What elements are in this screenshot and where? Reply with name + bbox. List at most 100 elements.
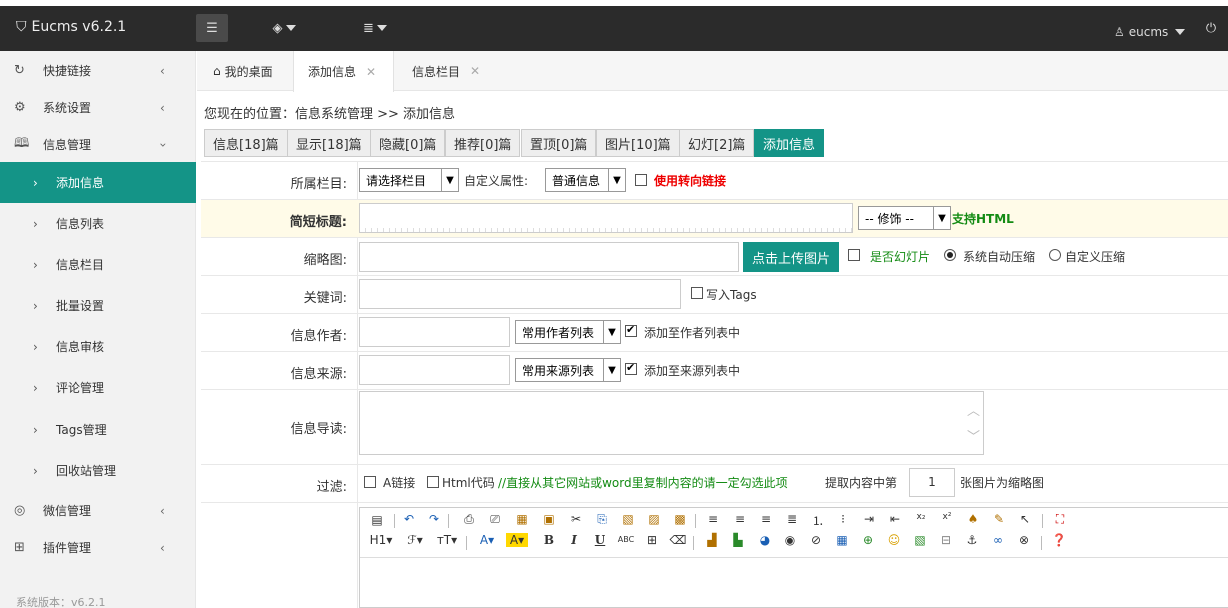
align-right-icon[interactable]: ≡ [757, 512, 775, 526]
tab-info-column[interactable]: 信息栏目 ✕ [394, 51, 494, 91]
help-icon[interactable]: ❓ [1050, 533, 1068, 547]
filter-visible-button[interactable]: 显示[18]篇 [287, 129, 371, 157]
format-painter-icon[interactable]: ✎ [990, 512, 1008, 526]
highlight-color-icon[interactable]: A▾ [506, 533, 528, 547]
author-list-select[interactable]: 常用作者列表 ▼ [515, 320, 621, 344]
image-icon[interactable]: ▟ [703, 533, 721, 547]
paste-word-icon[interactable]: ▩ [671, 512, 689, 526]
filter-hidden-button[interactable]: 隐藏[0]篇 [370, 129, 446, 157]
filter-slides-button[interactable]: 幻灯[2]篇 [679, 129, 755, 157]
editor-content-area[interactable] [360, 559, 1228, 608]
menu-toggle-button[interactable]: ☰ [196, 14, 228, 42]
redirect-checkbox[interactable] [635, 174, 647, 186]
source-icon[interactable]: ▤ [368, 513, 386, 527]
preview-icon[interactable]: ⎙ [460, 512, 478, 527]
slide-checkbox[interactable] [848, 249, 860, 261]
thumbnail-input[interactable] [359, 242, 739, 272]
title-decoration-select[interactable]: -- 修饰 -- ▼ [858, 206, 951, 230]
add-author-checkbox[interactable] [625, 323, 637, 337]
insert-code-icon[interactable]: ⊕ [859, 533, 877, 547]
list-dropdown[interactable]: ≣ [357, 14, 393, 42]
sidebar-subitem-add-info[interactable]: › 添加信息 [0, 162, 196, 203]
link-icon[interactable]: ∞ [989, 533, 1007, 547]
close-icon[interactable]: ✕ [366, 65, 376, 79]
write-tags-checkbox[interactable] [691, 287, 703, 299]
filter-images-button[interactable]: 图片[10]篇 [596, 129, 680, 157]
tab-desktop[interactable]: ⌂ 我的桌面 [197, 51, 293, 91]
keywords-input[interactable] [359, 279, 681, 309]
sidebar-item-wechat[interactable]: ◎ 微信管理 ‹ [0, 492, 196, 529]
align-justify-icon[interactable]: ≣ [783, 512, 801, 526]
anchor-icon[interactable]: ⚓ [963, 533, 981, 547]
table-icon[interactable]: ▦ [833, 533, 851, 547]
align-center-icon[interactable]: ≡ [731, 512, 749, 526]
auto-compress-radio[interactable] [944, 249, 956, 261]
superscript-icon[interactable]: x² [938, 512, 956, 522]
undo-icon[interactable]: ↶ [400, 512, 418, 526]
paste-icon[interactable]: ▧ [619, 512, 637, 526]
ordered-list-icon[interactable]: ⒈ [809, 512, 827, 529]
a-link-checkbox[interactable] [364, 476, 376, 488]
scroll-up-icon[interactable]: ︿ [967, 400, 980, 419]
template-icon[interactable]: ▦ [513, 512, 531, 526]
redo-icon[interactable]: ↷ [425, 512, 443, 526]
underline-icon[interactable]: U [591, 533, 609, 547]
code-icon[interactable]: ▣ [540, 512, 558, 526]
strikethrough-icon[interactable]: ABC [617, 535, 635, 544]
sidebar-subitem-batch-settings[interactable]: › 批量设置 [0, 285, 196, 326]
select-all-icon[interactable]: ↖ [1016, 512, 1034, 526]
layers-dropdown[interactable]: ◈ [266, 14, 302, 42]
filter-all-button[interactable]: 信息[18]篇 [204, 129, 288, 157]
title-input[interactable] [359, 203, 853, 233]
paste-text-icon[interactable]: ▨ [645, 512, 663, 526]
media-icon[interactable]: ◉ [781, 533, 799, 547]
source-list-select[interactable]: 常用来源列表 ▼ [515, 358, 621, 382]
add-info-button[interactable]: 添加信息 [754, 129, 825, 157]
sidebar-item-info-management[interactable]: 🕮 信息管理 ‹ [0, 126, 196, 163]
hr-icon[interactable]: ⊞ [643, 533, 661, 547]
heading-dropdown[interactable]: H1▾ [368, 533, 394, 547]
category-select[interactable]: 请选择栏目 ▼ [359, 168, 459, 192]
align-left-icon[interactable]: ≡ [704, 512, 722, 526]
text-color-icon[interactable]: A▾ [476, 533, 498, 547]
html-code-checkbox[interactable] [427, 476, 439, 488]
filter-recommended-button[interactable]: 推荐[0]篇 [445, 129, 521, 157]
intro-textarea[interactable]: ︿ ﹀ [359, 391, 984, 455]
sidebar-item-quick-links[interactable]: ↻ 快捷链接 ‹ [0, 52, 196, 89]
sidebar-item-system-settings[interactable]: ⚙ 系统设置 ‹ [0, 89, 196, 126]
scroll-down-icon[interactable]: ﹀ [967, 426, 980, 445]
source-input[interactable] [359, 355, 510, 385]
insert-map-icon[interactable]: ▧ [911, 533, 929, 547]
upload-image-button[interactable]: 点击上传图片 [743, 242, 839, 272]
logout-button[interactable]: ⏻ [1200, 14, 1222, 42]
sidebar-subitem-info-column[interactable]: › 信息栏目 [0, 244, 196, 285]
filter-top-button[interactable]: 置顶[0]篇 [521, 129, 597, 157]
add-source-checkbox[interactable] [625, 361, 637, 375]
sidebar-item-plugins[interactable]: ⊞ 插件管理 ‹ [0, 529, 196, 566]
print-icon[interactable]: ⎚ [486, 512, 504, 527]
unordered-list-icon[interactable]: ⁝ [834, 512, 852, 526]
attachment-icon[interactable]: ⊘ [807, 533, 825, 547]
sidebar-subitem-info-review[interactable]: › 信息审核 [0, 326, 196, 367]
sidebar-subitem-recycle-bin[interactable]: › 回收站管理 [0, 450, 196, 491]
indent-icon[interactable]: ⇥ [860, 512, 878, 526]
close-icon[interactable]: ✕ [470, 64, 480, 78]
outdent-icon[interactable]: ⇤ [886, 512, 904, 526]
extract-index-input[interactable]: 1 [909, 468, 955, 497]
bold-icon[interactable]: B [540, 533, 558, 547]
cut-icon[interactable]: ✂ [567, 512, 585, 526]
custom-attr-select[interactable]: 普通信息 ▼ [545, 168, 626, 192]
font-size-dropdown[interactable]: тT▾ [434, 533, 460, 547]
tab-add-info[interactable]: 添加信息 ✕ [293, 51, 394, 92]
sidebar-subitem-info-list[interactable]: › 信息列表 [0, 203, 196, 244]
multi-image-icon[interactable]: ▙ [729, 533, 747, 547]
flash-icon[interactable]: ◕ [756, 533, 774, 547]
user-menu[interactable]: ♙ eucms [1114, 18, 1186, 46]
italic-icon[interactable]: I [565, 533, 583, 547]
eraser-icon[interactable]: ⌫ [669, 533, 687, 547]
author-input[interactable] [359, 317, 510, 347]
emoticon-icon[interactable]: ☺ [885, 533, 903, 547]
sidebar-subitem-tags[interactable]: › Tags管理 [0, 409, 196, 450]
custom-compress-radio[interactable] [1049, 249, 1061, 261]
page-break-icon[interactable]: ⊟ [937, 533, 955, 547]
